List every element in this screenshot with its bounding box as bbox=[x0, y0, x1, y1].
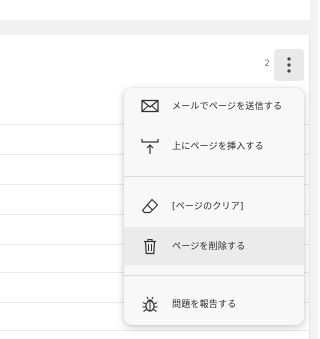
bug-icon bbox=[140, 294, 160, 314]
menu-item-label: メールでページを送信する bbox=[172, 102, 283, 112]
more-options-button[interactable] bbox=[274, 49, 304, 81]
menu-separator bbox=[124, 176, 304, 177]
menu-separator bbox=[124, 275, 304, 276]
top-area bbox=[0, 0, 318, 20]
menu-item-label: 問題を報告する bbox=[172, 300, 237, 310]
content-border bbox=[309, 35, 310, 339]
menu-item-label: ページを削除する bbox=[172, 242, 246, 252]
scrollbar-track[interactable] bbox=[310, 0, 318, 339]
row-divider bbox=[0, 330, 310, 331]
envelope-icon bbox=[140, 96, 160, 116]
eraser-icon bbox=[140, 196, 160, 216]
header-band bbox=[0, 20, 310, 35]
menu-item-clear-page[interactable]: [ページのクリア] bbox=[124, 188, 304, 224]
insert-above-icon bbox=[140, 136, 160, 156]
page-options-menu: メールでページを送信する 上にページを挿入する [ページのクリア] ページを削除… bbox=[124, 88, 304, 325]
menu-item-insert-page-above[interactable]: 上にページを挿入する bbox=[124, 128, 304, 164]
menu-item-report-issue[interactable]: 問題を報告する bbox=[124, 286, 304, 322]
menu-item-label: [ページのクリア] bbox=[172, 202, 244, 212]
vertical-ellipsis-icon bbox=[287, 57, 291, 73]
menu-item-email-page[interactable]: メールでページを送信する bbox=[124, 88, 304, 124]
page-number: 2 bbox=[264, 59, 270, 69]
trash-icon bbox=[140, 236, 160, 256]
menu-item-label: 上にページを挿入する bbox=[172, 142, 264, 152]
menu-item-delete-page[interactable]: ページを削除する bbox=[124, 227, 304, 265]
